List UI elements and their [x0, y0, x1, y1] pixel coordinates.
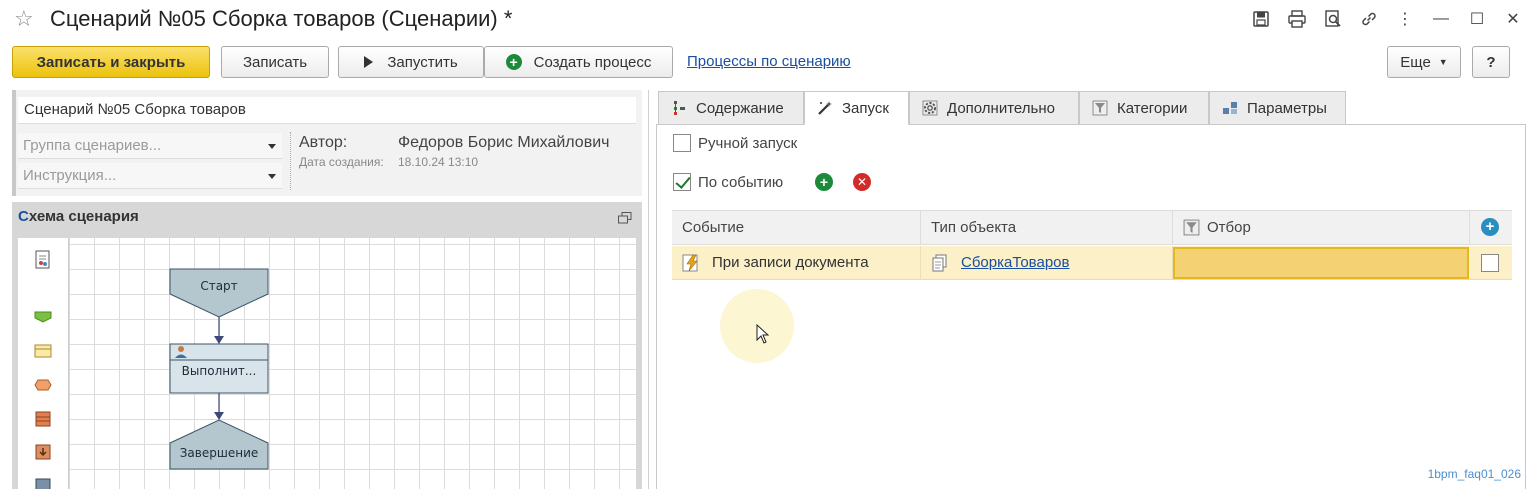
author-label: Автор: — [299, 134, 348, 151]
start-shape-icon[interactable] — [34, 310, 52, 324]
content-icon — [674, 101, 685, 115]
task-shape-icon[interactable] — [34, 344, 52, 358]
row-flag-checkbox[interactable] — [1481, 254, 1499, 272]
create-process-button[interactable]: + Создать процесс — [484, 46, 673, 78]
tab-categories[interactable]: Категории — [1079, 91, 1209, 124]
add-event-button[interactable]: + — [815, 173, 833, 191]
more-button-label: Еще — [1400, 53, 1431, 71]
more-button[interactable]: Еще ▼ — [1387, 46, 1461, 78]
event-cell[interactable]: При записи документа — [672, 246, 921, 280]
magic-wand-icon — [818, 101, 832, 115]
start-node[interactable] — [169, 268, 269, 318]
help-button[interactable]: ? — [1472, 46, 1510, 78]
condition-shape-icon[interactable] — [34, 379, 52, 391]
tab-content[interactable]: Содержание — [658, 91, 804, 124]
delete-event-button[interactable]: ✕ — [853, 173, 871, 191]
schema-diagram: Старт Выполнит... Завершение — [169, 268, 269, 470]
tab-launch[interactable]: Запуск — [804, 91, 909, 125]
end-shape-icon[interactable] — [34, 478, 52, 489]
task-node-label: Выполнит... — [182, 364, 257, 378]
author-value: Федоров Борис Михайлович — [398, 134, 610, 151]
manual-launch-label: Ручной запуск — [698, 135, 798, 152]
create-process-label: Создать процесс — [533, 53, 652, 71]
subprocess-shape-icon[interactable] — [34, 411, 52, 427]
parameters-icon — [1223, 102, 1237, 114]
maximize-icon[interactable]: ☐ — [1459, 6, 1495, 32]
scenario-group-placeholder: Группа сценариев... — [23, 137, 162, 154]
dropdown-arrow-icon[interactable] — [268, 144, 276, 149]
end-node-label: Завершение — [180, 446, 259, 460]
document-icon — [932, 254, 947, 272]
end-node[interactable] — [169, 419, 269, 470]
funnel-icon — [1183, 219, 1200, 236]
tab-content-label: Содержание — [696, 99, 784, 117]
save-button[interactable]: Записать — [221, 46, 329, 78]
run-button-label: Запустить — [387, 53, 458, 71]
preview-icon[interactable] — [1315, 6, 1351, 32]
dropdown-arrow-icon: ▼ — [1438, 57, 1448, 67]
tab-parameters[interactable]: Параметры — [1209, 91, 1346, 124]
tab-parameters-label: Параметры — [1247, 99, 1327, 117]
properties-icon[interactable] — [34, 250, 52, 270]
schema-palette — [18, 238, 68, 489]
tab-additional[interactable]: Дополнительно — [909, 91, 1079, 124]
more-vertical-icon[interactable]: ⋮ — [1387, 6, 1423, 32]
object-type-link[interactable]: СборкаТоваров — [961, 254, 1069, 271]
play-icon — [364, 56, 374, 68]
add-circle-icon: + — [505, 54, 522, 70]
dropdown-arrow-icon[interactable] — [268, 174, 276, 179]
restore-window-icon[interactable] — [618, 212, 632, 224]
tab-categories-label: Категории — [1117, 99, 1188, 117]
created-date-label: Дата создания: — [299, 155, 384, 169]
arrow-head — [214, 336, 224, 344]
window-title: Сценарий №05 Сборка товаров (Сценарии) * — [50, 6, 513, 31]
mouse-cursor-icon — [756, 324, 770, 344]
close-icon[interactable]: ✕ — [1495, 6, 1531, 32]
run-button[interactable]: Запустить — [338, 46, 484, 78]
funnel-icon — [1092, 100, 1108, 116]
by-event-label: По событию — [698, 174, 784, 191]
field-separator — [290, 132, 291, 190]
filter-column-label: Отбор — [1207, 219, 1251, 236]
save-icon[interactable] — [1243, 6, 1279, 32]
manual-launch-checkbox[interactable] — [673, 134, 691, 152]
column-header-object-type[interactable]: Тип объекта — [921, 210, 1173, 245]
plus-icon: + — [819, 174, 829, 190]
command-bar: Записать и закрыть Записать Запустить + … — [12, 46, 1527, 78]
minimize-icon[interactable]: — — [1423, 6, 1459, 32]
panel-splitter[interactable] — [648, 90, 649, 489]
scenario-group-select[interactable]: Группа сценариев... — [18, 133, 282, 159]
panel-accent-bar — [12, 90, 16, 196]
print-icon[interactable] — [1279, 6, 1315, 32]
processes-by-scenario-link[interactable]: Процессы по сценарию — [687, 53, 851, 70]
gear-icon — [922, 100, 938, 116]
created-date-value: 18.10.24 13:10 — [398, 155, 479, 169]
object-type-cell[interactable]: СборкаТоваров — [921, 246, 1173, 280]
arrow-head — [214, 412, 224, 420]
column-header-filter[interactable]: Отбор — [1173, 210, 1470, 245]
start-node-label: Старт — [200, 279, 237, 293]
filter-cell[interactable] — [1173, 247, 1469, 279]
window-controls: ⋮ — ☐ ✕ — [1243, 6, 1531, 32]
processing-shape-icon[interactable] — [34, 444, 52, 460]
delete-icon: ✕ — [856, 175, 868, 189]
tab-launch-label: Запуск — [842, 99, 889, 117]
add-column-icon[interactable]: + — [1481, 218, 1499, 236]
title-bar: ☆ Сценарий №05 Сборка товаров (Сценарии)… — [0, 0, 1531, 38]
favorite-star-icon[interactable]: ☆ — [14, 6, 34, 32]
schema-title: Схема сценария — [18, 208, 139, 225]
instruction-select[interactable]: Инструкция... — [18, 163, 282, 189]
watermark: 1bpm_faq01_026 — [1427, 467, 1521, 481]
instruction-placeholder: Инструкция... — [23, 167, 117, 184]
event-name: При записи документа — [712, 254, 869, 271]
scenario-name-input[interactable]: Сценарий №05 Сборка товаров — [18, 97, 636, 124]
schema-canvas[interactable]: Старт Выполнит... Завершение — [68, 238, 636, 489]
column-header-add[interactable]: + — [1470, 210, 1512, 245]
by-event-checkbox[interactable] — [673, 173, 691, 191]
save-and-close-button[interactable]: Записать и закрыть — [12, 46, 210, 78]
tab-additional-label: Дополнительно — [947, 99, 1055, 117]
event-lightning-icon — [682, 254, 698, 272]
link-icon[interactable] — [1351, 6, 1387, 32]
column-header-event[interactable]: Событие — [672, 210, 921, 245]
